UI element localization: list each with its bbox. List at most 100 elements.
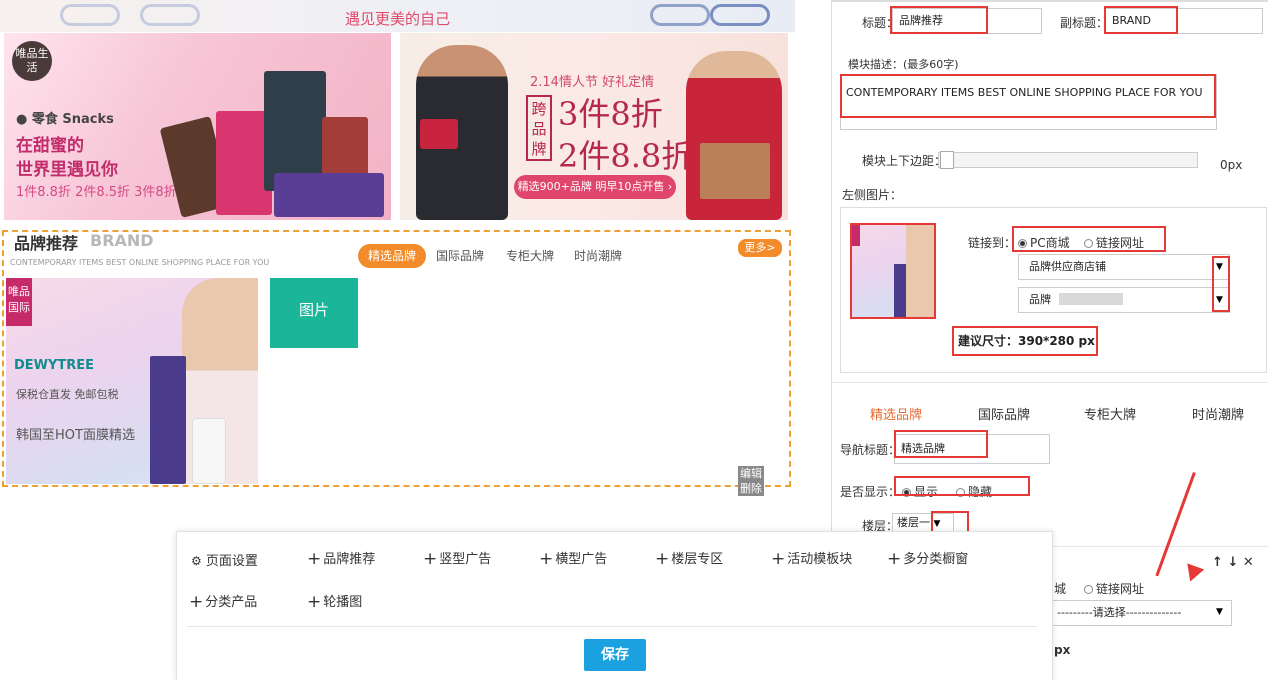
add-category-products-button[interactable]: + 分类产品: [189, 591, 257, 612]
add-carousel-button[interactable]: + 轮播图: [307, 591, 362, 612]
margin-value: 0px: [1220, 158, 1243, 172]
banner-slogan: 遇见更美的自己: [345, 10, 451, 28]
plus-icon: +: [655, 549, 670, 569]
module-title: 品牌推荐: [14, 234, 79, 253]
cosmetic-bottle-image: [150, 356, 186, 484]
brand-tagline: 保税仓直发 免邮包税: [16, 388, 119, 401]
ring-image: [650, 4, 710, 26]
blurred-text: [1058, 293, 1123, 305]
plus-icon: +: [887, 549, 902, 569]
ring-image: [710, 4, 770, 26]
snacks-promo-banner[interactable]: 唯品生活 ● 零食 Snacks 在甜蜜的 世界里遇见你 1件8.8折 2件8.…: [4, 33, 391, 220]
gift-box-image: [700, 143, 770, 199]
promo-headline-2: 世界里遇见你: [16, 160, 118, 180]
top-banner[interactable]: 遇见更美的自己: [0, 0, 795, 32]
delete-button[interactable]: 删除: [738, 481, 764, 496]
plus-icon: +: [771, 549, 786, 569]
preview-area: 遇见更美的自己 唯品生活 ● 零食 Snacks 在甜蜜的 世界里遇见你 1件8…: [0, 0, 795, 500]
add-brand-recommend-button[interactable]: + 品牌推荐: [307, 548, 375, 569]
nav-title-label: 导航标题：: [840, 443, 901, 457]
description-label: 模块描述：(最多60字): [848, 58, 959, 71]
tab-international-brands[interactable]: 国际品牌: [436, 244, 484, 268]
link-to-label: 链接到：: [968, 236, 1017, 250]
lower-select[interactable]: ---------请选择--------------: [1032, 600, 1232, 626]
tab-fashion-brands[interactable]: 时尚潮牌: [1192, 404, 1244, 423]
margin-label: 模块上下边距：: [862, 154, 947, 168]
tab-counter-brands[interactable]: 专柜大牌: [506, 244, 554, 268]
promo-cta[interactable]: 精选900+品牌 明早10点开售 ›: [514, 175, 676, 199]
plus-icon: +: [539, 549, 554, 569]
visibility-label: 是否显示：: [840, 485, 901, 499]
image-placeholder[interactable]: 图片: [270, 278, 358, 348]
promo-discount-text: 1件8.8折 2件8.5折 3件8折: [16, 185, 177, 200]
page-settings-button[interactable]: ⚙ 页面设置: [191, 550, 258, 569]
page: 遇见更美的自己 唯品生活 ● 零食 Snacks 在甜蜜的 世界里遇见你 1件8…: [0, 0, 1268, 680]
module-actions: 编辑删除: [736, 466, 789, 496]
highlight-box: [890, 6, 988, 34]
highlight-box: [1212, 256, 1230, 312]
brand-logo-text: DEWYTREE: [14, 358, 95, 373]
tab-selected-brands[interactable]: 精选品牌: [870, 404, 922, 423]
offer-headline-2: 2件8.8折: [558, 137, 694, 175]
plus-icon: +: [307, 549, 322, 569]
margin-slider-track[interactable]: [938, 152, 1198, 168]
toolbar-divider: [187, 626, 1037, 627]
gear-icon: ⚙: [191, 554, 202, 568]
promo-title: 2.14情人节 好礼定情: [530, 75, 655, 90]
vip-life-badge: 唯品生活: [12, 41, 52, 81]
size-unit: px: [1054, 643, 1071, 657]
tab-international-brands[interactable]: 国际品牌: [978, 404, 1030, 423]
link-option-url[interactable]: 链接网址: [1084, 580, 1144, 597]
highlight-box: [894, 430, 988, 458]
close-icon[interactable]: ✕: [1243, 555, 1254, 570]
promo-headline-1: 在甜蜜的: [16, 136, 84, 156]
offer-headline-1: 3件8折: [558, 95, 663, 133]
purple-box-image: [274, 173, 384, 217]
more-link[interactable]: 更多>: [738, 239, 782, 257]
left-image-label: 左侧图片：: [842, 188, 903, 202]
brand-slogan: 韩国至HOT面膜精选: [16, 428, 135, 443]
arrow-down-icon[interactable]: ↓: [1227, 555, 1238, 570]
highlight-box: [1012, 226, 1166, 252]
add-horizontal-ad-button[interactable]: + 横型广告: [539, 548, 607, 569]
add-vertical-ad-button[interactable]: + 竖型广告: [423, 548, 491, 569]
brand-recommend-module[interactable]: 品牌推荐 BRAND CONTEMPORARY ITEMS BEST ONLIN…: [2, 230, 791, 496]
row-actions: ↑ ↓ ✕: [1212, 555, 1254, 570]
panel-divider: [832, 0, 1268, 2]
size-hint: 建议尺寸：390*280 px: [952, 326, 1098, 356]
tab-counter-brands[interactable]: 专柜大牌: [1084, 404, 1136, 423]
chevron-down-icon[interactable]: ▼: [1216, 607, 1223, 617]
tab-fashion-brands[interactable]: 时尚潮牌: [574, 244, 622, 268]
arrow-up-icon[interactable]: ↑: [1212, 555, 1223, 570]
highlight-box: [1104, 6, 1178, 34]
module-subtitle: BRAND: [90, 231, 154, 250]
highlight-box: [840, 74, 1216, 118]
add-floor-zone-button[interactable]: + 楼层专区: [655, 548, 723, 569]
snack-icon: ●: [16, 112, 28, 127]
highlight-box: [931, 511, 969, 533]
cross-brand-label: 跨品牌: [526, 95, 552, 161]
promo-category-label: ● 零食 Snacks: [16, 112, 114, 127]
jewelry-image: [140, 4, 200, 26]
plus-icon: +: [423, 549, 438, 569]
edit-button[interactable]: 编辑: [738, 466, 764, 481]
valentine-promo-banner[interactable]: 2.14情人节 好礼定情 跨品牌 3件8折 2件8.8折 精选900+品牌 明早…: [400, 33, 788, 220]
plus-icon: +: [189, 592, 204, 612]
link-option-mall: 城: [1054, 582, 1067, 596]
margin-slider-handle[interactable]: [940, 151, 954, 169]
brand-select[interactable]: 品牌: [1018, 287, 1230, 313]
jewelry-image: [60, 4, 120, 26]
save-button[interactable]: 保存: [584, 639, 646, 671]
store-type-select[interactable]: 品牌供应商店铺: [1018, 254, 1230, 280]
gift-box-image: [420, 119, 458, 149]
highlight-box: [850, 223, 936, 319]
cosmetic-jar-image: [192, 418, 226, 484]
add-multi-category-window-button[interactable]: + 多分类橱窗: [887, 548, 968, 569]
add-activity-template-button[interactable]: + 活动模板块: [771, 548, 852, 569]
brand-left-image[interactable]: 唯品国际 DEWYTREE 保税仓直发 免邮包税 韩国至HOT面膜精选: [6, 278, 258, 484]
section-divider: [832, 382, 1268, 383]
vip-international-tag: 唯品国际: [6, 278, 32, 326]
tab-selected-brands[interactable]: 精选品牌: [358, 244, 427, 268]
module-description: CONTEMPORARY ITEMS BEST ONLINE SHOPPING …: [10, 258, 270, 267]
radio-unselected[interactable]: [1084, 585, 1093, 594]
